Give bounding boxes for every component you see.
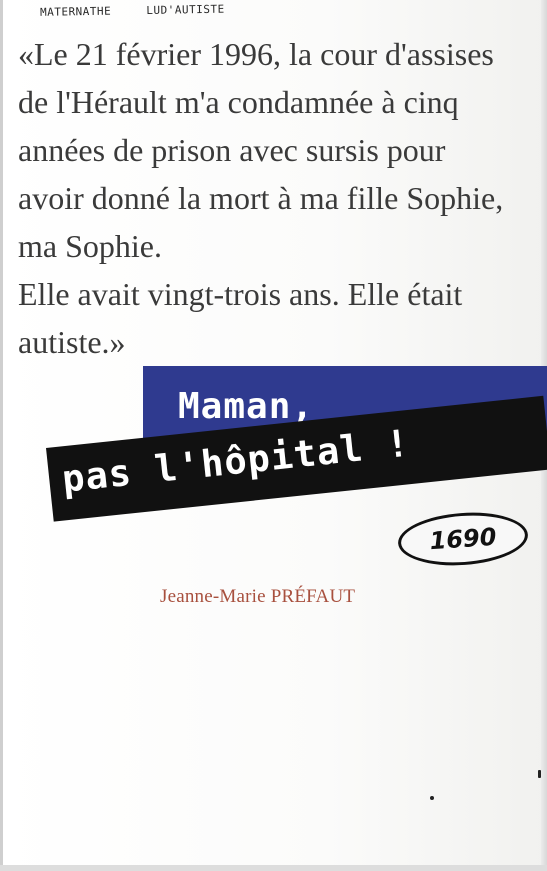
quote-line: années de prison avec sursis pour [18,132,446,168]
quote-line: ma Sophie. [18,228,162,264]
stamp-number: 1690 [428,522,498,556]
quote-line: autiste.» [18,324,126,360]
quote-line: de l'Hérault m'a condamnée à cinq [18,84,459,120]
quote-line: avoir donné la mort à ma fille Sophie, [18,180,504,216]
author-name: Jeanne-Marie PRÉFAUT [160,586,356,607]
cover-left-edge [0,0,3,871]
handwritten-note-word: LUD'AUTISTE [146,2,225,17]
quote-line: «Le 21 février 1996, la cour d'assises [18,36,494,72]
quote-line: Elle avait vingt-trois ans. Elle était [18,276,463,312]
ink-speck [430,796,434,800]
handwritten-note-word: MATERNATHE [39,4,112,19]
ink-speck [538,770,541,778]
cover-quote: «Le 21 février 1996, la cour d'assises d… [18,30,533,366]
title-line-1: Maman, [178,386,315,427]
cover-bottom-edge [0,865,547,871]
